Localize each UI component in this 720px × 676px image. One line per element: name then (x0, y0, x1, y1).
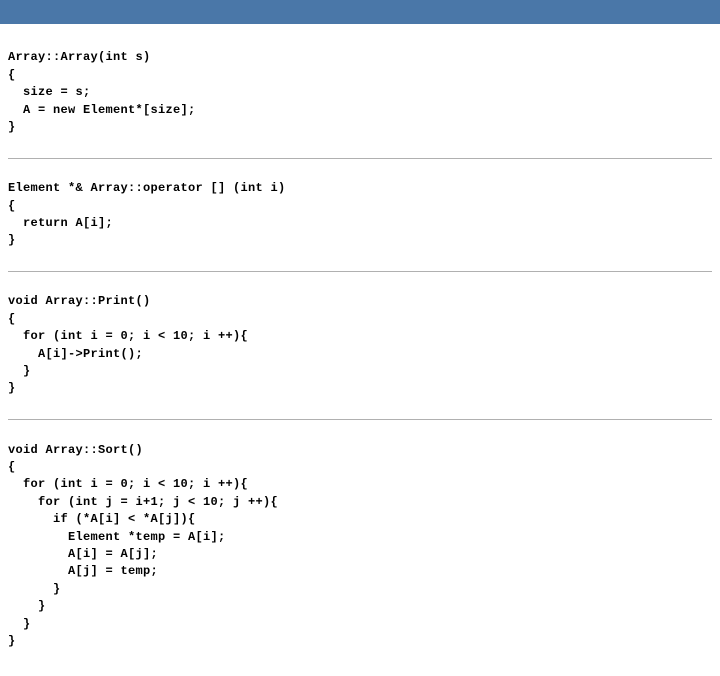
divider (8, 419, 712, 420)
code-block-operator: Element *& Array::operator [] (int i) { … (8, 180, 712, 250)
code-block-print: void Array::Print() { for (int i = 0; i … (8, 293, 712, 397)
title-bar (0, 0, 720, 24)
code-block-constructor: Array::Array(int s) { size = s; A = new … (8, 49, 712, 136)
code-content: Array::Array(int s) { size = s; A = new … (0, 24, 720, 676)
code-block-sort: void Array::Sort() { for (int i = 0; i <… (8, 442, 712, 651)
divider (8, 271, 712, 272)
divider (8, 158, 712, 159)
